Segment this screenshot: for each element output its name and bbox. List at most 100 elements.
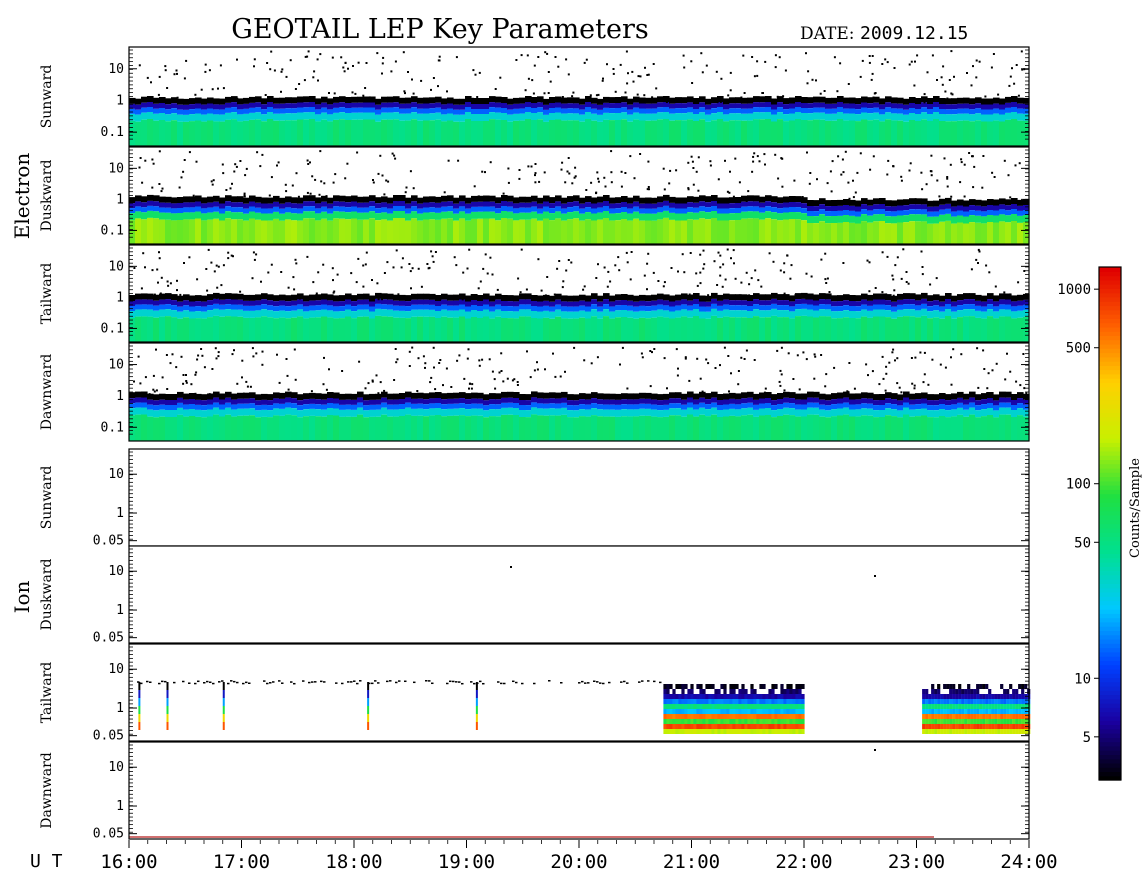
ion-spike [138, 698, 141, 706]
y-tick-label: 0.05 [93, 631, 124, 646]
x-tick-label: 24:00 [1000, 851, 1057, 873]
y-tick-label: 1 [116, 506, 124, 521]
spectrogram-cells [129, 391, 1030, 441]
ion-spike [222, 722, 225, 730]
x-tick-label: 23:00 [888, 851, 945, 873]
y-tick-label: 0.1 [101, 125, 124, 140]
date-value: 2009.12.15 [860, 23, 968, 44]
electron-panel-duskward: 10 1 0.1 Duskward [39, 146, 1030, 245]
y-tick-label: 0.1 [101, 321, 124, 336]
ion-spike [222, 706, 225, 714]
panel-background [129, 742, 1029, 839]
ion-spike [367, 714, 370, 722]
colorbar-tick-label: 500 [1066, 341, 1091, 357]
group-label-ion: Ion [10, 580, 34, 613]
x-tick-label: 18:00 [325, 851, 382, 873]
y-tick-label: 0.05 [93, 729, 124, 744]
panel-label: Tailward [39, 263, 55, 325]
y-tick-label: 10 [108, 259, 124, 274]
electron-panel-tailward: 10 1 0.1 Tailward [39, 244, 1030, 343]
x-tick-label: 17:00 [213, 851, 270, 873]
panel-background [129, 546, 1029, 643]
ion-spike [475, 698, 478, 706]
y-tick-label: 0.05 [93, 827, 124, 842]
ion-spike [222, 698, 225, 706]
y-tick-label: 1 [116, 389, 124, 404]
y-tick-label: 10 [108, 467, 124, 482]
ion-spike [222, 714, 225, 722]
colorbar-tick-label: 50 [1074, 535, 1091, 551]
panel-label: Duskward [39, 559, 55, 631]
spectrogram-cells [129, 292, 1030, 342]
ion-spike [222, 690, 225, 698]
electron-panel-sunward: 10 1 0.1 Sunward [39, 46, 1030, 147]
chart-title: GEOTAIL LEP Key Parameters [231, 14, 649, 45]
panel-label: Tailward [39, 662, 55, 724]
ion-spike [475, 706, 478, 714]
y-tick-label: 1 [116, 799, 124, 814]
colorbar-tick-label: 10 [1074, 671, 1091, 687]
y-tick-label: 10 [108, 62, 124, 77]
ion-speck [874, 575, 876, 577]
x-tick-label: 16:00 [100, 851, 157, 873]
y-tick-label: 1 [116, 701, 124, 716]
y-tick-label: 10 [108, 760, 124, 775]
y-tick-label: 10 [108, 564, 124, 579]
ion-spike [367, 698, 370, 706]
x-tick-label: 21:00 [663, 851, 720, 873]
ion-spike [475, 722, 478, 730]
x-tick-label: 19:00 [438, 851, 495, 873]
colorbar-tick-label: 100 [1066, 477, 1091, 493]
ion-spike [475, 714, 478, 722]
y-tick-label: 0.1 [101, 223, 124, 238]
ion-spike [166, 682, 169, 690]
y-tick-label: 10 [108, 358, 124, 373]
electron-panel-dawnward: 10 1 0.1 Dawnward [39, 342, 1030, 442]
ion-spike [367, 722, 370, 730]
panel-label: Sunward [39, 466, 55, 530]
panel-label: Dawnward [39, 354, 55, 431]
panel-label: Duskward [39, 160, 55, 232]
y-tick-label: 0.1 [101, 420, 124, 435]
panel-background [129, 644, 1029, 741]
x-axis-label: U T [30, 851, 63, 872]
ion-spike [166, 698, 169, 706]
ion-panel-tailward: 10 1 0.05 Tailward [39, 643, 1031, 744]
colorbar-tick-label: 5 [1083, 730, 1091, 746]
panels-area: 10 1 0.1 Sunward 10 1 0.1 Duskward 10 1 0.1 Tailwar… [39, 46, 1031, 842]
spectrogram-cells [129, 194, 1030, 244]
x-tick-label: 22:00 [775, 851, 832, 873]
panel-background [129, 449, 1029, 546]
ion-spike [138, 714, 141, 722]
date-label: DATE: [800, 24, 854, 44]
ion-speck [874, 749, 876, 751]
ion-spike [166, 706, 169, 714]
ion-spike [166, 722, 169, 730]
x-tick-label: 20:00 [550, 851, 607, 873]
ion-panel-dawnward: 10 1 0.05 Dawnward [39, 741, 1030, 842]
x-axis: U T 16:00 17:00 18:00 19:00 20:00 21:00 22:00 23… [30, 840, 1058, 873]
panel-label: Sunward [39, 65, 55, 129]
colorbar-label: Counts/Sample [1128, 458, 1142, 558]
ion-spike [475, 690, 478, 698]
ion-spike [138, 690, 141, 698]
ion-spike [367, 706, 370, 714]
y-tick-label: 1 [116, 192, 124, 207]
ion-spike [138, 682, 141, 690]
y-tick-label: 1 [116, 93, 124, 108]
colorbar: 1000 500 100 50 10 5 Counts/Sample [1057, 266, 1142, 781]
y-tick-label: 10 [108, 662, 124, 677]
ion-spike [166, 690, 169, 698]
colorbar-gradient [1099, 267, 1121, 781]
y-tick-label: 1 [116, 290, 124, 305]
group-label-electron: Electron [10, 153, 34, 240]
ion-spike [138, 706, 141, 714]
panel-label: Dawnward [39, 752, 55, 829]
ion-spike [166, 714, 169, 722]
lep-spectrogram-figure: GEOTAIL LEP Key Parameters DATE: 2009.12… [10, 14, 1142, 873]
y-tick-label: 0.05 [93, 534, 124, 549]
group-labels: Electron Ion [10, 153, 34, 614]
y-tick-label: 1 [116, 603, 124, 618]
ion-speck [510, 566, 512, 568]
ion-spike [475, 682, 478, 690]
